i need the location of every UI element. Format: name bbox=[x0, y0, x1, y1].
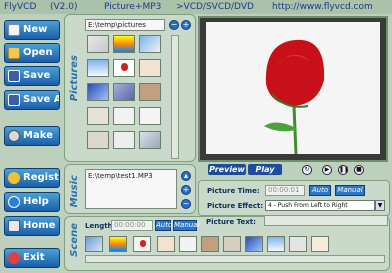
register-label: Register bbox=[23, 172, 59, 183]
picture-text-label: Picture Text: bbox=[206, 218, 256, 226]
remove-music-button[interactable]: − bbox=[181, 199, 191, 209]
home-button[interactable]: Home bbox=[4, 216, 60, 236]
home-icon bbox=[8, 220, 20, 232]
title-bar: FlyVCD (V2.0) Picture+MP3 >VCD/SVCD/DVD … bbox=[0, 0, 392, 14]
flyvcd-window: FlyVCD (V2.0) Picture+MP3 >VCD/SVCD/DVD … bbox=[0, 0, 392, 273]
preview-tab[interactable]: Preview bbox=[208, 164, 246, 175]
save-as-button[interactable]: Save As bbox=[4, 90, 60, 110]
new-label: New bbox=[23, 24, 48, 35]
app-version: (V2.0) bbox=[50, 2, 78, 12]
mode-label: Picture+MP3 bbox=[104, 2, 162, 12]
open-label: Open bbox=[23, 47, 53, 58]
app-name: FlyVCD bbox=[4, 2, 37, 12]
picture-thumb[interactable] bbox=[113, 107, 135, 125]
gear-icon bbox=[8, 130, 20, 142]
stop-icon[interactable]: ■ bbox=[354, 165, 364, 175]
scene-thumb[interactable] bbox=[157, 236, 175, 252]
music-panel: Music E:\temp\test1.MP3 ▴ + − bbox=[64, 164, 196, 214]
remove-picture-button[interactable]: − bbox=[169, 20, 179, 30]
scene-tab: Scene bbox=[69, 223, 80, 257]
pictures-tab: Pictures bbox=[69, 55, 80, 102]
exit-icon bbox=[8, 252, 20, 264]
scene-thumb[interactable] bbox=[311, 236, 329, 252]
make-label: Make bbox=[23, 130, 53, 141]
register-button[interactable]: Register bbox=[4, 168, 60, 188]
picture-effect-select[interactable]: 4 - Push From Left to Right bbox=[265, 200, 375, 211]
picture-thumb[interactable] bbox=[87, 83, 109, 101]
picture-thumb[interactable] bbox=[139, 107, 161, 125]
picture-time-label: Picture Time: bbox=[207, 187, 260, 195]
scene-thumb[interactable] bbox=[133, 236, 151, 252]
scene-thumb[interactable] bbox=[109, 236, 127, 252]
add-picture-button[interactable]: + bbox=[181, 20, 191, 30]
play-icon[interactable]: ▶ bbox=[322, 165, 332, 175]
pictures-path[interactable]: E:\temp\pictures bbox=[85, 19, 165, 31]
folder-icon bbox=[8, 47, 20, 59]
length-manual-button[interactable]: Manual bbox=[173, 220, 199, 231]
scene-thumb[interactable] bbox=[179, 236, 197, 252]
help-label: Help bbox=[23, 196, 49, 207]
save-label: Save bbox=[23, 70, 51, 81]
scene-thumb[interactable] bbox=[289, 236, 307, 252]
home-label: Home bbox=[23, 220, 56, 231]
picture-effect-label: Picture Effect: bbox=[207, 202, 264, 210]
rose-image bbox=[264, 39, 325, 155]
pictures-panel: Pictures E:\temp\pictures − + bbox=[64, 14, 196, 162]
picture-thumb[interactable] bbox=[113, 59, 135, 77]
picture-thumb[interactable] bbox=[87, 131, 109, 149]
save-as-label: Save As bbox=[23, 94, 59, 105]
scene-scrollbar[interactable] bbox=[85, 255, 385, 263]
picture-time-auto-button[interactable]: Auto bbox=[309, 185, 331, 196]
open-button[interactable]: Open bbox=[4, 43, 60, 63]
key-icon bbox=[8, 172, 20, 184]
disk-icon bbox=[8, 94, 20, 106]
picture-thumb[interactable] bbox=[139, 83, 161, 101]
help-icon bbox=[8, 196, 20, 208]
picture-thumb[interactable] bbox=[139, 35, 161, 53]
music-path[interactable]: E:\temp\test1.MP3 bbox=[85, 169, 177, 209]
scene-thumb[interactable] bbox=[245, 236, 263, 252]
picture-thumb[interactable] bbox=[87, 107, 109, 125]
picture-effect-value: 4 - Push From Left to Right bbox=[268, 202, 348, 209]
pause-icon[interactable]: ❚❚ bbox=[338, 165, 349, 175]
scene-thumb[interactable] bbox=[267, 236, 285, 252]
scene-thumb[interactable] bbox=[201, 236, 219, 252]
length-auto-button[interactable]: Auto bbox=[155, 220, 172, 231]
new-button[interactable]: New bbox=[4, 20, 60, 40]
picture-thumb[interactable] bbox=[87, 59, 109, 77]
music-tab: Music bbox=[69, 175, 80, 208]
picture-settings-panel: Picture Time: 00:00:01 Auto Manual Pictu… bbox=[198, 180, 390, 216]
chevron-down-icon[interactable]: ▼ bbox=[375, 200, 385, 211]
picture-thumb[interactable] bbox=[113, 35, 135, 53]
preview-image bbox=[206, 22, 380, 155]
picture-thumb[interactable] bbox=[87, 35, 109, 53]
exit-label: Exit bbox=[23, 252, 45, 263]
target-label: >VCD/SVCD/DVD bbox=[176, 2, 254, 12]
scene-thumb[interactable] bbox=[85, 236, 103, 252]
length-field[interactable]: 00:00:00 bbox=[111, 220, 153, 231]
add-music-button[interactable]: + bbox=[181, 185, 191, 195]
picture-thumb[interactable] bbox=[139, 131, 161, 149]
picture-thumb[interactable] bbox=[113, 131, 135, 149]
music-up-button[interactable]: ▴ bbox=[181, 171, 191, 181]
disk-icon bbox=[8, 70, 20, 82]
website-link[interactable]: http://www.flyvcd.com bbox=[272, 0, 373, 14]
save-button[interactable]: Save bbox=[4, 66, 60, 86]
picture-thumb[interactable] bbox=[139, 59, 161, 77]
repeat-icon[interactable]: ↻ bbox=[302, 165, 312, 175]
exit-button[interactable]: Exit bbox=[4, 248, 60, 268]
pictures-scrollbar[interactable] bbox=[171, 35, 179, 159]
picture-time-manual-button[interactable]: Manual bbox=[335, 185, 365, 196]
help-button[interactable]: Help bbox=[4, 192, 60, 212]
play-tab[interactable]: Play bbox=[248, 164, 282, 175]
make-button[interactable]: Make bbox=[4, 126, 60, 146]
picture-thumb[interactable] bbox=[113, 83, 135, 101]
preview-screen bbox=[198, 16, 388, 162]
scene-thumb[interactable] bbox=[223, 236, 241, 252]
picture-time-field[interactable]: 00:00:01 bbox=[265, 185, 305, 196]
doc-icon bbox=[8, 24, 20, 36]
picture-text-field[interactable] bbox=[264, 215, 388, 226]
